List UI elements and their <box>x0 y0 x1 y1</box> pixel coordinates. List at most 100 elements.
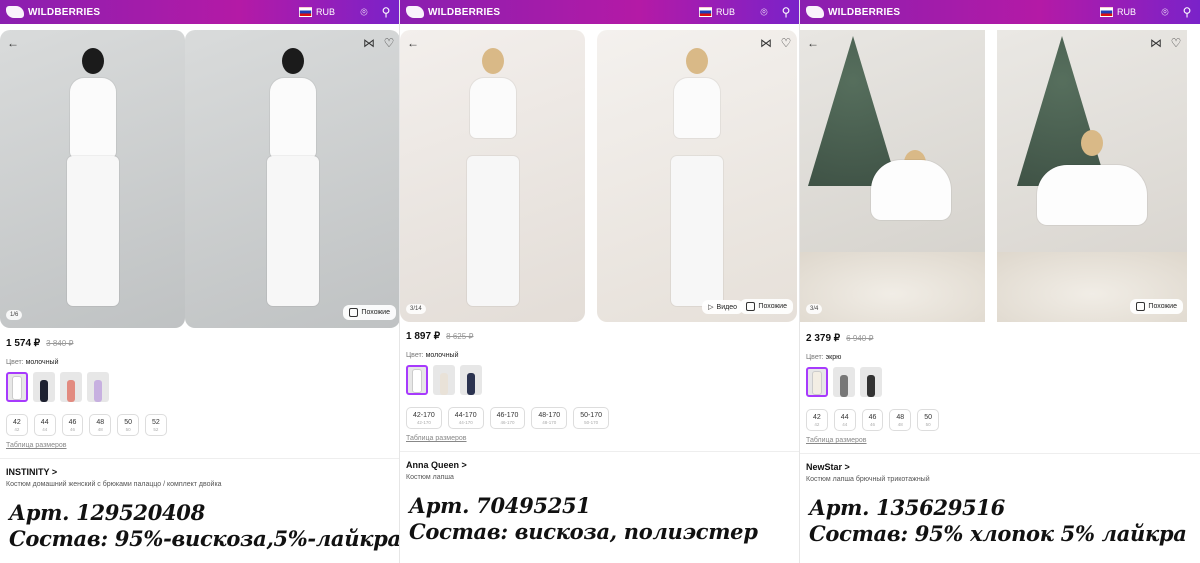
similar-button[interactable]: Похожие <box>740 299 793 314</box>
share-icon[interactable]: ⋈ <box>362 36 376 50</box>
color-label: Цвет: экрю <box>806 354 842 361</box>
size-option[interactable]: 46 46 <box>861 409 884 431</box>
color-swatch[interactable] <box>406 365 428 395</box>
size-option[interactable]: 46-170 46-170 <box>489 407 526 429</box>
article-caption: Арт. 135629516 <box>809 495 1005 520</box>
location-pin-icon[interactable]: ⌾ <box>1158 5 1172 19</box>
size-option[interactable]: 42-170 42-170 <box>406 407 442 429</box>
color-swatch[interactable] <box>433 365 455 395</box>
color-swatch[interactable] <box>33 372 55 402</box>
size-option[interactable]: 46 46 <box>61 414 84 436</box>
product-info: 1 574 ₽ 3 840 ₽ Цвет: молочный 42 42 44 44… <box>0 338 399 552</box>
product-photo[interactable]: ⋈ ♡ Похожие <box>185 30 399 328</box>
brand-link[interactable]: Anna Queen > <box>406 460 793 470</box>
color-swatches <box>806 367 1194 397</box>
product-gallery[interactable]: ← 3/4 ⋈ ♡ Похожие <box>800 30 1200 335</box>
wildberries-logo[interactable]: WILDBERRIES <box>806 6 900 18</box>
size-option[interactable]: 42 42 <box>6 414 28 436</box>
heart-icon[interactable]: ♡ <box>382 36 396 50</box>
size-table-link[interactable]: Таблица размеров <box>806 437 1194 444</box>
color-swatch[interactable] <box>806 367 828 397</box>
divider <box>0 458 399 459</box>
product-panel-1: WILDBERRIES RUB ⌾ ⚲ ← 1/6 ⋈ ♡ Похожие 1 … <box>0 0 400 563</box>
back-arrow-icon[interactable]: ← <box>6 36 20 50</box>
size-option[interactable]: 44 44 <box>833 409 856 431</box>
size-option[interactable]: 50 50 <box>117 414 139 436</box>
product-info: 2 379 ₽ 6 940 ₽ Цвет: экрю 42 42 44 44 46 4… <box>800 333 1200 547</box>
product-description: Костюм лапша брючный трикотажный <box>806 476 930 483</box>
wildberries-logo[interactable]: WILDBERRIES <box>6 6 100 18</box>
product-description: Костюм лапша <box>406 474 454 481</box>
size-table-link[interactable]: Таблица размеров <box>406 435 793 442</box>
size-option[interactable]: 50-170 50-170 <box>573 407 609 429</box>
color-swatch[interactable] <box>6 372 28 402</box>
product-info: 1 897 ₽ 8 625 ₽ Цвет: молочный 42-170 42-… <box>400 331 799 545</box>
product-panel-2: WILDBERRIES RUB ⌾ ⚲ ← 3/14 ⋈ ♡ ▷ Видео По… <box>400 0 800 563</box>
article-caption: Арт. 129520408 <box>9 500 205 525</box>
heart-icon[interactable]: ♡ <box>779 36 793 50</box>
product-photo[interactable]: ⋈ ♡ ▷ Видео Похожие <box>597 30 797 322</box>
currency-selector[interactable]: RUB <box>1099 7 1136 17</box>
product-panel-3: WILDBERRIES RUB ⌾ ⚲ ← 3/4 ⋈ ♡ Похожие 2 … <box>800 0 1200 563</box>
brand-link[interactable]: NewStar > <box>806 462 1194 472</box>
product-photo[interactable]: ⋈ ♡ Похожие <box>997 30 1187 322</box>
app-header: WILDBERRIES RUB ⌾ ⚲ <box>0 0 399 24</box>
divider <box>800 453 1200 454</box>
brand-link[interactable]: INSTINITY > <box>6 467 393 477</box>
bee-logo-icon <box>806 6 824 18</box>
similar-button[interactable]: Похожие <box>343 305 396 320</box>
similar-button[interactable]: Похожие <box>1130 299 1183 314</box>
size-table-link[interactable]: Таблица размеров <box>6 442 393 449</box>
back-arrow-icon[interactable]: ← <box>806 36 820 50</box>
composition-caption: Состав: вискоза, полиэстер <box>409 519 758 544</box>
product-photo[interactable]: ← 3/4 <box>800 30 985 322</box>
product-gallery[interactable]: ← 1/6 ⋈ ♡ Похожие <box>0 30 399 335</box>
search-icon[interactable]: ⚲ <box>379 5 393 19</box>
old-price: 3 840 ₽ <box>46 339 74 348</box>
color-swatch[interactable] <box>60 372 82 402</box>
color-swatch[interactable] <box>460 365 482 395</box>
size-selector: 42 42 44 44 46 46 48 48 50 50 <box>806 409 1194 431</box>
location-pin-icon[interactable]: ⌾ <box>357 5 371 19</box>
product-photo[interactable]: ← 3/14 <box>400 30 585 322</box>
size-option[interactable]: 52 52 <box>144 414 167 436</box>
heart-icon[interactable]: ♡ <box>1169 36 1183 50</box>
color-swatch[interactable] <box>87 372 109 402</box>
size-option[interactable]: 42 42 <box>806 409 828 431</box>
size-option[interactable]: 48 48 <box>889 409 912 431</box>
comparison-collage: WILDBERRIES RUB ⌾ ⚲ ← 1/6 ⋈ ♡ Похожие 1 … <box>0 0 1200 563</box>
russia-flag-icon <box>298 7 312 17</box>
color-label: Цвет: молочный <box>406 352 459 359</box>
color-swatch[interactable] <box>860 367 882 397</box>
location-pin-icon[interactable]: ⌾ <box>757 5 771 19</box>
currency-selector[interactable]: RUB <box>298 7 335 17</box>
product-gallery[interactable]: ← 3/14 ⋈ ♡ ▷ Видео Похожие <box>400 30 799 335</box>
color-swatches <box>406 365 793 395</box>
russia-flag-icon <box>698 7 712 17</box>
wildberries-logo[interactable]: WILDBERRIES <box>406 6 500 18</box>
caption: Арт. 135629516 Состав: 95% хлопок 5% лай… <box>806 495 1194 547</box>
video-button[interactable]: ▷ Видео <box>702 300 743 314</box>
size-option[interactable]: 48-170 48-170 <box>531 407 568 429</box>
color-label: Цвет: молочный <box>6 359 59 366</box>
app-header: WILDBERRIES RUB ⌾ ⚲ <box>800 0 1200 24</box>
color-swatch[interactable] <box>833 367 855 397</box>
search-icon[interactable]: ⚲ <box>779 5 793 19</box>
product-description: Костюм домашний женский с брюками палацц… <box>6 481 222 488</box>
photo-counter: 3/14 <box>406 304 426 314</box>
similar-icon <box>1136 302 1146 311</box>
search-icon[interactable]: ⚲ <box>1180 5 1194 19</box>
caption: Арт. 129520408 Состав: 95%-вискоза,5%-ла… <box>6 500 400 552</box>
size-option[interactable]: 50 50 <box>917 409 939 431</box>
size-option[interactable]: 48 48 <box>89 414 112 436</box>
size-option[interactable]: 44-170 44-170 <box>447 407 484 429</box>
product-photo[interactable]: ← 1/6 <box>0 30 185 328</box>
photo-counter: 1/6 <box>6 310 23 320</box>
currency-selector[interactable]: RUB <box>698 7 735 17</box>
share-icon[interactable]: ⋈ <box>759 36 773 50</box>
size-option[interactable]: 44 44 <box>33 414 56 436</box>
back-arrow-icon[interactable]: ← <box>406 36 420 50</box>
composition-caption: Состав: 95%-вискоза,5%-лайкра <box>9 526 400 551</box>
share-icon[interactable]: ⋈ <box>1149 36 1163 50</box>
color-swatches <box>6 372 393 402</box>
